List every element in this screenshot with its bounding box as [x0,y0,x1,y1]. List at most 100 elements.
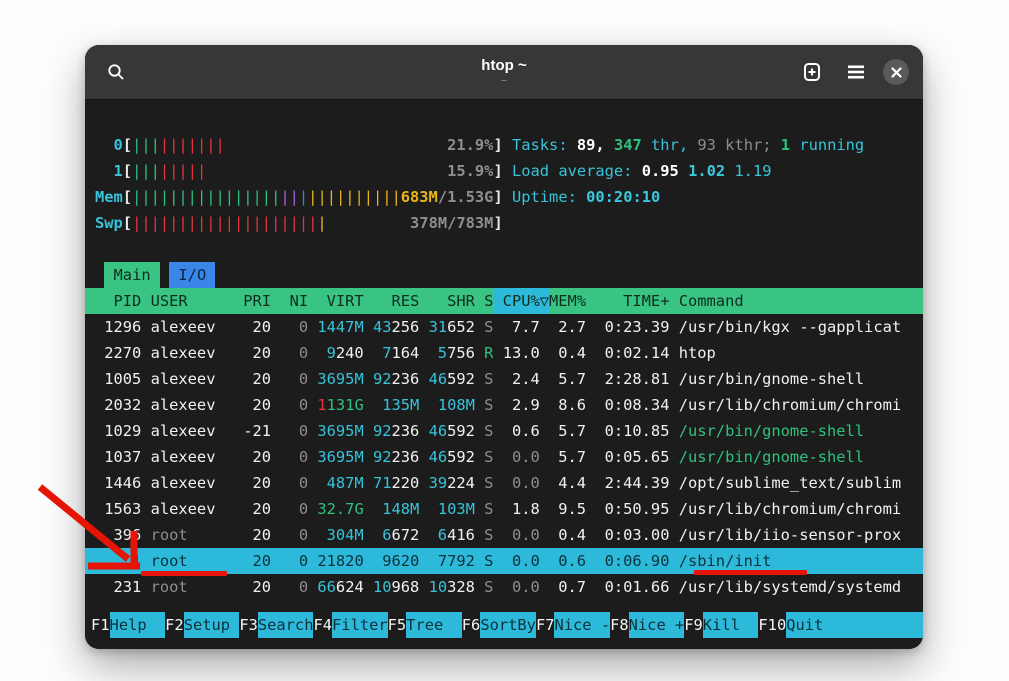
cell-user: alexeev [151,418,244,444]
tab-io[interactable]: I/O [169,262,215,288]
cell-priority: 20 [243,470,271,496]
mem-usage: 683M/1.53G [401,184,494,210]
cell-shr: 7792 [429,548,475,574]
header-user[interactable]: USER [151,288,244,314]
cell-time: 2:28.81 [595,366,669,392]
process-row[interactable]: 1296 alexeev 20 0 1447M 43256 31652 S 7.… [85,314,923,340]
mem-label: Mem [95,184,123,210]
fn-action-kill[interactable]: Kill [703,612,759,638]
tab-main[interactable]: Main [104,262,160,288]
close-button[interactable] [883,59,909,85]
menu-button[interactable] [839,55,873,89]
process-row[interactable]: 2032 alexeev 20 0 1131G 135M 108M S 2.9 … [85,392,923,418]
cell-nice: 0 [280,314,308,340]
cpu0-bars: |||||||||| [132,136,225,154]
header-virt[interactable]: VIRT [317,288,363,314]
header-pri[interactable]: PRI [243,288,271,314]
menu-icon [847,65,865,79]
fn-action-setup[interactable]: Setup [184,612,240,638]
header-ni[interactable]: NI [280,288,308,314]
function-key-bar: F1Help F2Setup F3SearchF4FilterF5Tree F6… [85,612,923,638]
cell-cpu-percent: 1.8 [503,496,540,522]
screenshot-stage: htop ~ ~ [0,0,1009,681]
cell-user: alexeev [151,314,244,340]
cell-user: alexeev [151,392,244,418]
cell-res: 7164 [373,340,419,366]
cell-command: htop [679,340,913,366]
blank-line [85,236,923,262]
cell-state: S [484,574,493,600]
fn-key: F3 [239,612,258,638]
new-tab-button[interactable] [795,55,829,89]
cell-mem-percent: 5.7 [549,366,586,392]
cell-shr: 108M [429,392,475,418]
process-row[interactable]: 231 root 20 0 66624 10968 10328 S 0.0 0.… [85,574,923,600]
cell-user: root [151,522,244,548]
fn-key: F4 [313,612,332,638]
header-command[interactable]: Command [679,288,913,314]
header-shr[interactable]: SHR [429,288,475,314]
cell-mem-percent: 8.6 [549,392,586,418]
cell-cpu-percent: 0.0 [503,470,540,496]
console-window: htop ~ ~ [85,45,923,649]
cell-command: /usr/lib/chromium/chromi [679,392,913,418]
fn-action-quit[interactable]: Quit [786,612,923,638]
process-row[interactable]: 1005 alexeev 20 0 3695M 92236 46592 S 2.… [85,366,923,392]
search-button[interactable] [99,55,133,89]
cell-shr: 46592 [429,418,475,444]
cell-time: 0:05.65 [595,444,669,470]
annotation-underline-pid1 [141,571,227,576]
header-mem[interactable]: MEM% [549,288,586,314]
cell-time: 0:08.34 [595,392,669,418]
cell-virt: 9240 [317,340,363,366]
cell-nice: 0 [280,522,308,548]
process-row[interactable]: 1029 alexeev -21 0 3695M 92236 46592 S 0… [85,418,923,444]
cell-pid: 2032 [95,392,141,418]
cell-cpu-percent: 0.0 [503,444,540,470]
fn-action-help[interactable]: Help [110,612,166,638]
cell-pid: 396 [95,522,141,548]
window-title: htop ~ [481,58,526,75]
cpu1-label: 1 [95,158,123,184]
table-header: PID USER PRI NI VIRT RES SHR S CPU%▽ MEM… [85,288,923,314]
cell-nice: 0 [280,574,308,600]
cell-pid: 1 [95,548,141,574]
cell-cpu-percent: 0.0 [503,574,540,600]
cpu0-meter: 0[||||||||||21.9%] Tasks: 89, 347 thr, 9… [85,132,923,158]
process-row[interactable]: 396 root 20 0 304M 6672 6416 S 0.0 0.4 0… [85,522,923,548]
cell-priority: -21 [243,418,271,444]
cell-state: S [484,548,493,574]
cell-mem-percent: 9.5 [549,496,586,522]
header-pid[interactable]: PID [95,288,141,314]
cpu0-label: 0 [95,132,123,158]
cell-mem-percent: 0.4 [549,522,586,548]
process-row[interactable]: 1563 alexeev 20 0 32.7G 148M 103M S 1.8 … [85,496,923,522]
process-row[interactable]: 2270 alexeev 20 0 9240 7164 5756 R 13.0 … [85,340,923,366]
fn-action-search[interactable]: Search [258,612,314,638]
cell-nice: 0 [280,392,308,418]
cell-virt: 21820 [317,548,363,574]
header-res[interactable]: RES [373,288,419,314]
fn-action-nice-[interactable]: Nice + [629,612,685,638]
cell-nice: 0 [280,366,308,392]
fn-action-filter[interactable]: Filter [332,612,388,638]
header-cpu-sort[interactable]: CPU%▽ [493,288,549,314]
header-time[interactable]: TIME+ [595,288,669,314]
fn-action-nice-[interactable]: Nice - [554,612,610,638]
cell-cpu-percent: 0.0 [503,522,540,548]
header-state[interactable]: S [484,288,493,314]
cell-nice: 0 [280,548,308,574]
process-row[interactable]: 1037 alexeev 20 0 3695M 92236 46592 S 0.… [85,444,923,470]
cell-shr: 103M [429,496,475,522]
fn-action-sortby[interactable]: SortBy [480,612,536,638]
cell-time: 0:10.85 [595,418,669,444]
process-row[interactable]: 1446 alexeev 20 0 487M 71220 39224 S 0.0… [85,470,923,496]
fn-key: F2 [165,612,184,638]
cpu1-percent: 15.9% [447,158,493,184]
fn-action-tree[interactable]: Tree [406,612,462,638]
cell-state: S [484,496,493,522]
fn-key: F1 [91,612,110,638]
swap-label: Swp [95,210,123,236]
fn-key: F5 [388,612,407,638]
titlebar: htop ~ ~ [85,45,923,100]
